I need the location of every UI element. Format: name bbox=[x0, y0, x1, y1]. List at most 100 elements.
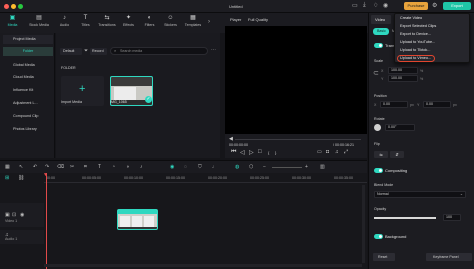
opacity-slider[interactable] bbox=[374, 217, 436, 219]
toolbar-tab-audio[interactable]: ♪ Audio bbox=[54, 14, 75, 32]
playhead-marker-icon[interactable]: ▼ bbox=[43, 172, 48, 178]
crop-icon[interactable]: ⌗ bbox=[84, 164, 87, 170]
close-window-button[interactable] bbox=[4, 4, 9, 9]
download-icon[interactable]: ⤓ bbox=[363, 2, 366, 9]
sidebar-item-project-media[interactable]: Project Media bbox=[3, 35, 53, 44]
flip-horizontal-button[interactable]: ⇋ bbox=[374, 151, 388, 158]
link-track-icon[interactable]: ⛓ bbox=[18, 175, 24, 181]
display-icon[interactable]: ▭ bbox=[317, 149, 322, 155]
keyframe-panel-button[interactable]: Keyframe Panel bbox=[426, 253, 472, 261]
menu-item-upload-youtube[interactable]: Upload to YouTube... bbox=[400, 40, 435, 45]
stop-icon[interactable]: □ bbox=[258, 149, 262, 155]
mark-in-icon[interactable]: { bbox=[268, 150, 269, 155]
speed-icon[interactable]: ◔ bbox=[112, 164, 115, 170]
scale-x-input[interactable]: 100.00 bbox=[388, 67, 418, 74]
default-dropdown[interactable]: Default bbox=[60, 48, 82, 55]
rotate-input[interactable]: 0.00° bbox=[385, 124, 415, 131]
opacity-input[interactable]: 100 bbox=[443, 214, 461, 221]
split-icon[interactable]: ✂ bbox=[70, 164, 74, 170]
sidebar-item-compound-clip[interactable]: Compound Clip bbox=[3, 112, 53, 121]
toolbar-tab-templates[interactable]: ▦ Templates bbox=[181, 14, 205, 32]
menu-item-upload-tiktok[interactable]: Upload to Tiktok... bbox=[400, 48, 430, 53]
background-toggle[interactable] bbox=[374, 234, 383, 239]
transform-toggle[interactable] bbox=[374, 43, 383, 48]
blend-mode-dropdown[interactable]: Normal ⌄ bbox=[374, 191, 466, 198]
video-preview[interactable] bbox=[225, 26, 367, 134]
mark-out-icon[interactable]: } bbox=[275, 150, 276, 155]
cursor-icon[interactable]: ↖ bbox=[19, 164, 23, 170]
eye-icon[interactable]: ◉ bbox=[20, 212, 24, 218]
timeline-ruler[interactable]: 00:00 00:00:05:00 00:00:10:00 00:00:15:0… bbox=[44, 173, 367, 183]
play-icon[interactable]: ▷ bbox=[249, 149, 254, 156]
marker-icon[interactable]: ⬡ bbox=[249, 164, 253, 170]
rotate-dial[interactable] bbox=[374, 124, 381, 131]
grid-icon[interactable]: ▦ bbox=[5, 164, 10, 170]
filter-funnel-icon[interactable]: ⏷ bbox=[84, 48, 88, 54]
mic-icon[interactable]: ♩ bbox=[212, 164, 217, 170]
sidebar-item-global-media[interactable]: Global Media bbox=[3, 61, 53, 70]
ai-tool-icon[interactable]: ◉ bbox=[170, 164, 174, 170]
video-clip[interactable] bbox=[117, 209, 158, 230]
position-x-input[interactable]: 0.00 bbox=[380, 101, 408, 108]
layout-icon[interactable]: ▥ bbox=[320, 164, 325, 170]
volume-icon[interactable]: ♫ bbox=[335, 149, 339, 155]
toolbar-tab-titles[interactable]: T Titles bbox=[75, 14, 96, 32]
account-icon[interactable]: ◉ bbox=[383, 2, 388, 9]
sidebar-item-adjustment-layer[interactable]: Adjustment L... bbox=[3, 99, 53, 108]
snap-icon[interactable]: ◍ bbox=[235, 164, 239, 170]
quality-dropdown[interactable]: Full Quality bbox=[246, 16, 280, 23]
purchase-button[interactable]: Purchase bbox=[404, 2, 428, 10]
export-button[interactable]: Export bbox=[443, 2, 471, 10]
collapse-panel-icon[interactable]: › bbox=[208, 19, 210, 25]
sort-dropdown[interactable]: Record bbox=[90, 48, 107, 55]
minimize-window-button[interactable] bbox=[11, 4, 16, 9]
link-icon[interactable]: ⊂ bbox=[373, 69, 379, 77]
flip-vertical-button[interactable]: ⇵ bbox=[390, 151, 404, 158]
render-icon[interactable]: ◌ bbox=[184, 164, 187, 170]
player-scrubber[interactable] bbox=[235, 139, 361, 140]
compositing-toggle[interactable] bbox=[374, 168, 383, 173]
menu-item-export-selected-clips[interactable]: Export Selected Clips bbox=[400, 24, 436, 29]
lock-icon[interactable]: ⊡ bbox=[12, 212, 16, 218]
step-back-icon[interactable]: ⏮ bbox=[231, 149, 236, 156]
menu-item-upload-vimeo[interactable]: Upload to Vimeo... bbox=[400, 56, 431, 61]
zoom-slider[interactable] bbox=[272, 167, 302, 168]
toolbar-tab-transitions[interactable]: ⇆ Transitions bbox=[95, 14, 119, 32]
toolbar-tab-media[interactable]: ▣ Media bbox=[2, 14, 23, 32]
toolbar-tab-stock-media[interactable]: ▤ Stock Media bbox=[26, 14, 52, 32]
sidebar-item-photos-library[interactable]: Photos Library bbox=[3, 125, 53, 134]
menu-item-export-to-device[interactable]: Export to Device... bbox=[400, 32, 431, 37]
camera-icon[interactable]: ◘ bbox=[326, 149, 329, 155]
gear-icon[interactable]: ⚙ bbox=[432, 2, 437, 9]
redo-icon[interactable]: ↷ bbox=[45, 164, 49, 170]
toolbar-tab-filters[interactable]: ◐ Filters bbox=[139, 14, 160, 32]
position-y-input[interactable]: 0.00 bbox=[423, 101, 451, 108]
menu-item-create-video[interactable]: Create Video bbox=[400, 16, 422, 21]
more-options-icon[interactable]: ⋯ bbox=[211, 47, 216, 53]
monitor-icon[interactable]: ▭ bbox=[352, 2, 358, 9]
search-media-input[interactable]: ⌕ Search media bbox=[110, 47, 208, 55]
fullscreen-icon[interactable]: ⤢ bbox=[344, 149, 348, 155]
toolbar-tab-effects[interactable]: ✦ Effects bbox=[118, 14, 139, 32]
playhead-handle-icon[interactable]: ◀ bbox=[229, 136, 233, 142]
sidebar-item-influence-kit[interactable]: Influence Kit bbox=[3, 86, 53, 95]
subtab-basic[interactable]: Basic bbox=[373, 28, 389, 35]
horizontal-scrollbar[interactable] bbox=[44, 264, 362, 267]
add-track-icon[interactable]: ⊞ bbox=[5, 175, 9, 181]
maximize-window-button[interactable] bbox=[18, 4, 23, 9]
zoom-out-icon[interactable]: − bbox=[263, 164, 266, 170]
bell-icon[interactable]: ♢ bbox=[373, 2, 378, 9]
delete-icon[interactable]: ⌫ bbox=[57, 164, 64, 170]
sidebar-item-folder[interactable]: Folder bbox=[3, 47, 53, 56]
scale-y-input[interactable]: 100.00 bbox=[388, 75, 418, 82]
text-icon[interactable]: T bbox=[98, 164, 101, 170]
playhead[interactable] bbox=[46, 173, 47, 269]
shield-icon[interactable]: ⛉ bbox=[198, 164, 202, 170]
color-icon[interactable]: ◑ bbox=[126, 164, 129, 170]
tab-video[interactable]: Video bbox=[371, 15, 391, 24]
vertical-scrollbar[interactable] bbox=[362, 185, 365, 263]
frame-back-icon[interactable]: ◁ bbox=[240, 149, 245, 156]
audio-icon[interactable]: ♪ bbox=[140, 164, 143, 170]
reset-button[interactable]: Reset bbox=[373, 253, 395, 261]
toolbar-tab-stickers[interactable]: ☺ Stickers bbox=[160, 14, 181, 32]
